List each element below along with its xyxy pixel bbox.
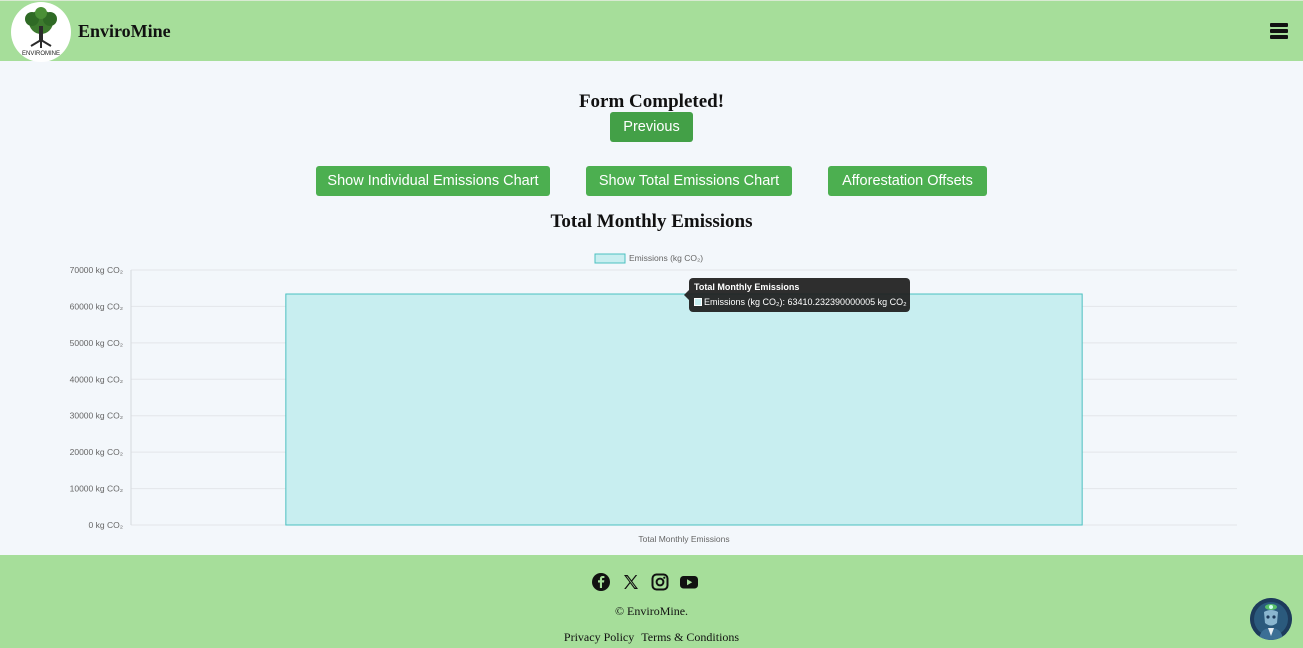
enviromine-logo[interactable]: ENVIROMINE [11,2,71,62]
y-tick-label: 50000 kg CO₂ [70,338,123,348]
y-tick-label: 30000 kg CO₂ [70,411,123,421]
assistant-avatar-icon [1250,598,1292,640]
y-tick-label: 60000 kg CO₂ [70,301,123,311]
tooltip-swatch [694,298,702,306]
y-tick-label: 10000 kg CO₂ [70,484,123,494]
menu-icon[interactable] [1270,23,1288,39]
show-individual-emissions-button[interactable]: Show Individual Emissions Chart [316,166,550,196]
brand-name: EnviroMine [78,21,171,41]
facebook-icon[interactable] [591,572,611,592]
site-header: ENVIROMINE EnviroMine [0,0,1303,62]
y-tick-label: 0 kg CO₂ [89,520,123,530]
chatbot-avatar[interactable] [1250,598,1292,640]
y-tick-label: 70000 kg CO₂ [70,265,123,275]
previous-button[interactable]: Previous [610,112,693,142]
legend-label: Emissions (kg CO₂) [629,253,703,263]
tooltip-title: Total Monthly Emissions [694,282,800,292]
tooltip-row: Emissions (kg CO₂): 63410.232390000005 k… [694,297,907,307]
terms-conditions-link[interactable]: Terms & Conditions [641,630,739,644]
chart-bars [285,293,1083,526]
footer-links: Privacy Policy Terms & Conditions [0,630,1303,645]
site-footer: © EnviroMine. Privacy Policy Terms & Con… [0,555,1303,648]
x-tick-label: Total Monthly Emissions [638,534,729,544]
tooltip-value: Emissions (kg CO₂): 63410.232390000005 k… [704,297,907,307]
chart-heading: Total Monthly Emissions [550,211,753,232]
copyright-text: © EnviroMine. [614,604,689,618]
y-axis-ticks: 0 kg CO₂ 10000 kg CO₂ 20000 kg CO₂ 30000 kg… [70,265,123,530]
youtube-icon[interactable] [679,572,699,592]
privacy-policy-link[interactable]: Privacy Policy [564,630,634,644]
tree-logo-icon: ENVIROMINE [12,3,70,61]
y-tick-label: 40000 kg CO₂ [70,374,123,384]
y-tick-label: 20000 kg CO₂ [70,447,123,457]
show-total-emissions-button[interactable]: Show Total Emissions Chart [586,166,792,196]
chart-tooltip: Total Monthly Emissions Emissions (kg CO… [684,278,910,312]
x-icon[interactable] [621,572,641,592]
logo-text: ENVIROMINE [22,51,60,57]
x-axis-ticks: Total Monthly Emissions [638,534,729,544]
chart-legend[interactable]: Emissions (kg CO₂) [594,253,703,264]
afforestation-offsets-button[interactable]: Afforestation Offsets [828,166,987,196]
instagram-icon[interactable] [650,572,670,592]
legend-swatch [594,253,626,264]
form-completed-title: Form Completed! [578,91,725,112]
bar-total-monthly-emissions[interactable] [285,293,1083,526]
emissions-chart: 0 kg CO₂ 10000 kg CO₂ 20000 kg CO₂ 30000 kg… [70,253,1237,544]
